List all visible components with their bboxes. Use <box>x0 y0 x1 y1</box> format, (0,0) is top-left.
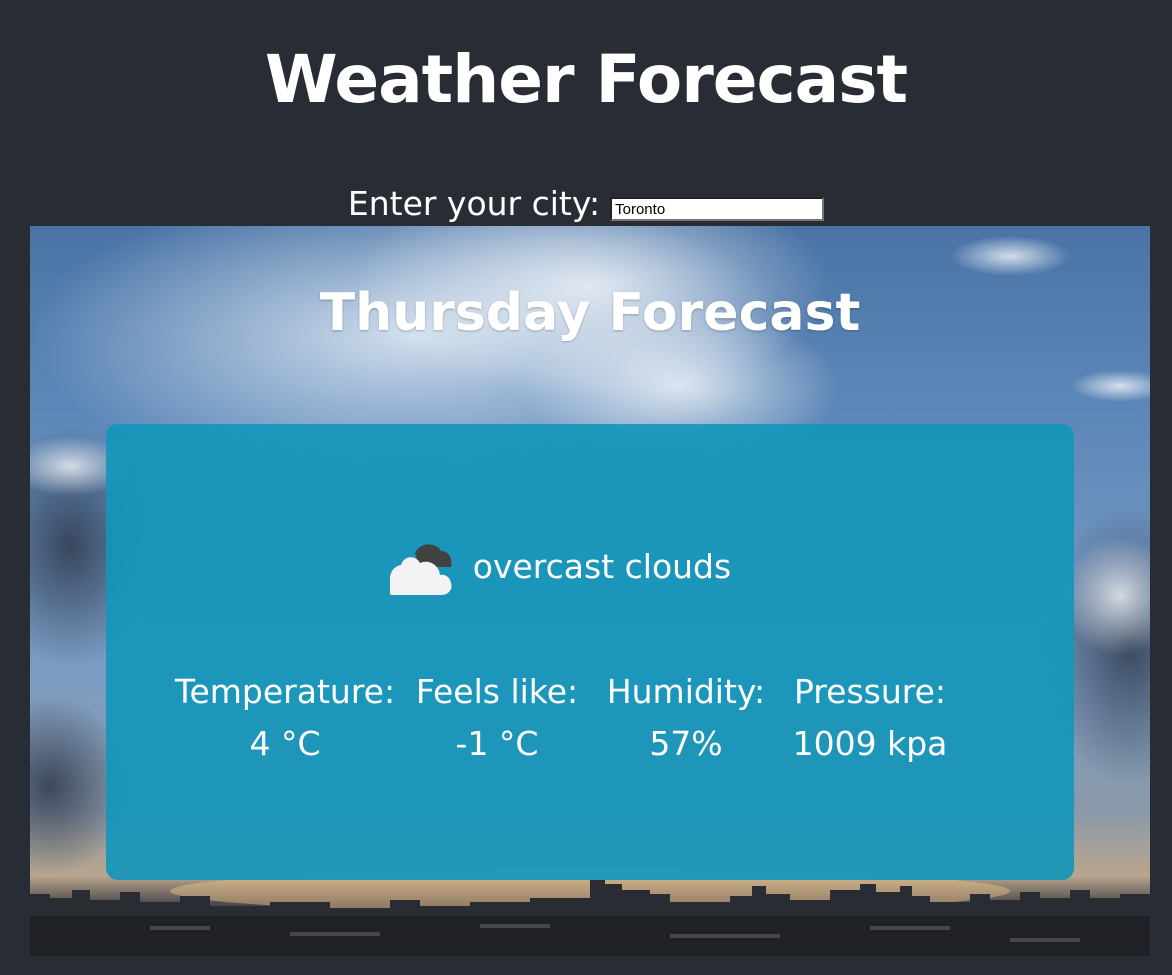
stat-feels-like: Feels like: -1 °C <box>414 666 580 770</box>
cloud-icon <box>389 544 452 595</box>
city-search-row: Enter your city: <box>0 182 1172 226</box>
weather-condition: overcast clouds <box>106 534 1074 600</box>
stat-label: Humidity: <box>606 672 766 711</box>
stat-value: -1 °C <box>455 724 539 763</box>
stat-label: Pressure: <box>793 672 947 711</box>
stat-humidity: Humidity: 57% <box>602 666 770 770</box>
forecast-background-scene: Thursday Forecast overcast clouds Temper… <box>30 226 1150 956</box>
stat-value: 4 °C <box>249 724 321 763</box>
stat-temperature: Temperature: 4 °C <box>172 666 398 770</box>
condition-text: overcast clouds <box>472 547 732 586</box>
stat-value: 57% <box>649 724 723 763</box>
stat-pressure: Pressure: 1009 kpa <box>790 666 950 770</box>
stat-label: Feels like: <box>415 672 579 711</box>
weather-stats: Temperature: 4 °C Feels like: -1 °C Humi… <box>172 666 950 770</box>
forecast-card: overcast clouds Temperature: 4 °C Feels … <box>106 424 1074 880</box>
forecast-day-title: Thursday Forecast <box>319 283 861 343</box>
city-label: Enter your city: <box>347 184 601 223</box>
city-input[interactable] <box>610 197 825 221</box>
app-title: Weather Forecast <box>264 41 908 118</box>
stat-label: Temperature: <box>174 672 396 711</box>
stat-value: 1009 kpa <box>792 724 948 763</box>
